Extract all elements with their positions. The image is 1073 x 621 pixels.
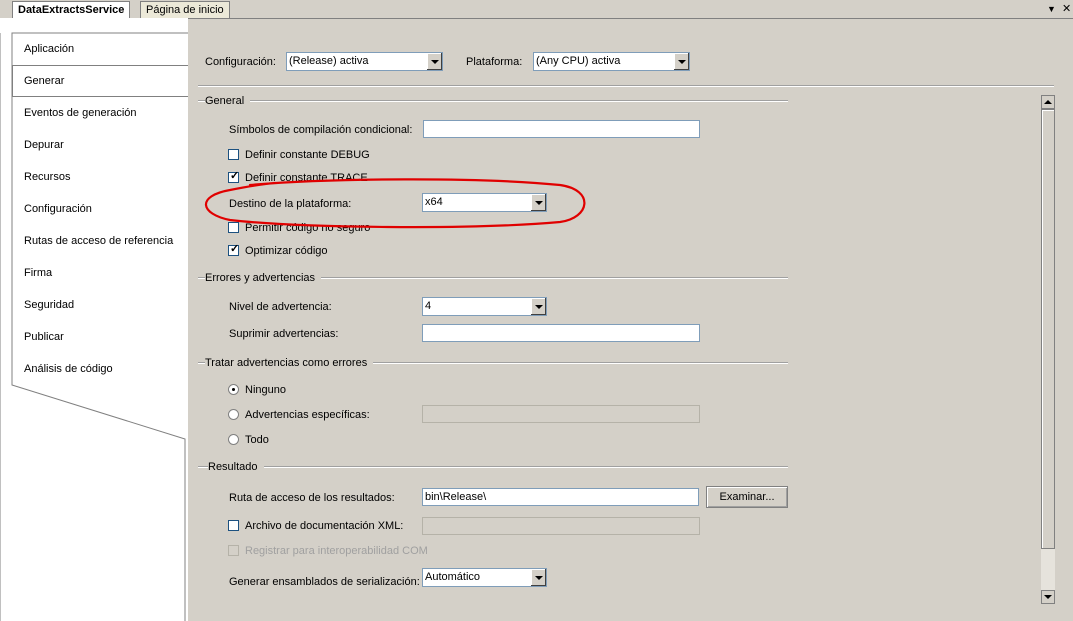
chevron-down-icon[interactable] — [426, 53, 442, 70]
configuration-value: (Release) activa — [289, 55, 369, 67]
radio-specific[interactable] — [228, 409, 239, 420]
radio-all[interactable] — [228, 434, 239, 445]
nav-tab-generar[interactable]: Generar — [24, 73, 64, 89]
platform-target-label: Destino de la plataforma: — [229, 198, 352, 210]
debug-label: Definir constante DEBUG — [245, 149, 370, 161]
build-settings-panel: Configuración: (Release) activa Platafor… — [188, 33, 1070, 621]
output-path-input[interactable]: bin\Release\ — [422, 488, 699, 506]
com-interop-label: Registrar para interoperabilidad COM — [245, 545, 428, 557]
tab-list-dropdown-icon[interactable]: ▼ — [1047, 2, 1056, 16]
divider — [198, 85, 1054, 87]
xml-doc-label: Archivo de documentación XML: — [245, 520, 404, 532]
configuration-dropdown[interactable]: (Release) activa — [286, 52, 443, 71]
xml-doc-input[interactable] — [422, 517, 700, 535]
doc-tab-start-page[interactable]: Página de inicio — [140, 1, 230, 18]
checkmark-icon: ✓ — [230, 170, 240, 182]
symbols-input[interactable] — [423, 120, 700, 138]
output-path-label: Ruta de acceso de los resultados: — [229, 492, 395, 504]
chevron-down-icon[interactable] — [530, 194, 546, 211]
platform-value: (Any CPU) activa — [536, 55, 621, 67]
radio-selected-dot-icon — [232, 388, 235, 391]
nav-tab-recursos[interactable]: Recursos — [24, 169, 70, 185]
section-divider-output — [198, 466, 788, 468]
nav-tab-firma[interactable]: Firma — [24, 265, 52, 281]
scroll-thumb[interactable] — [1041, 109, 1055, 549]
chevron-down-icon[interactable] — [673, 53, 689, 70]
arrow-down-icon — [1044, 595, 1052, 599]
scroll-up-button[interactable] — [1041, 95, 1055, 109]
nav-tab-aplicacion[interactable]: Aplicación — [24, 41, 74, 57]
warning-level-label: Nivel de advertencia: — [229, 301, 332, 313]
nav-tab-configuracion[interactable]: Configuración — [24, 201, 92, 217]
radio-all-label: Todo — [245, 434, 269, 446]
debug-checkbox[interactable] — [228, 149, 239, 160]
radio-specific-label: Advertencias específicas: — [245, 409, 370, 421]
serialization-label: Generar ensamblados de serialización: — [229, 576, 420, 588]
platform-label: Plataforma: — [466, 56, 523, 68]
optimize-checkbox[interactable]: ✓ — [228, 243, 240, 256]
chevron-down-icon[interactable] — [530, 298, 546, 315]
radio-none-label: Ninguno — [245, 384, 286, 396]
nav-tab-eventos-de-generacion[interactable]: Eventos de generación — [24, 105, 137, 121]
checkmark-icon: ✓ — [230, 243, 240, 255]
section-title-output: Resultado — [208, 460, 264, 474]
optimize-label: Optimizar código — [245, 245, 328, 257]
configuration-label: Configuración: — [205, 56, 276, 68]
section-title-general: General — [205, 94, 251, 108]
unsafe-code-label: Permitir código no seguro — [245, 222, 371, 234]
trace-label: Definir constante TRACE — [245, 172, 368, 184]
platform-target-value: x64 — [425, 196, 443, 208]
nav-tab-depurar[interactable]: Depurar — [24, 137, 64, 153]
nav-tab-publicar[interactable]: Publicar — [24, 329, 64, 345]
platform-dropdown[interactable]: (Any CPU) activa — [533, 52, 690, 71]
arrow-up-icon — [1044, 100, 1052, 104]
symbols-label: Símbolos de compilación condicional: — [229, 124, 413, 136]
xml-doc-checkbox[interactable] — [228, 520, 239, 531]
platform-target-dropdown[interactable]: x64 — [422, 193, 547, 212]
browse-button[interactable]: Examinar... — [706, 486, 788, 508]
suppress-warnings-label: Suprimir advertencias: — [229, 328, 339, 340]
doc-tab-dataextractsservice[interactable]: DataExtractsService — [12, 1, 131, 19]
com-interop-checkbox[interactable] — [228, 545, 239, 556]
nav-tab-rutas-de-acceso[interactable]: Rutas de acceso de referencia — [24, 233, 173, 249]
scroll-down-button[interactable] — [1041, 590, 1055, 604]
section-divider-general — [198, 100, 788, 102]
nav-tab-seguridad[interactable]: Seguridad — [24, 297, 74, 313]
close-icon[interactable]: ✕ — [1062, 2, 1071, 16]
nav-tab-analisis-de-codigo[interactable]: Análisis de código — [24, 361, 113, 377]
unsafe-code-checkbox[interactable] — [228, 222, 239, 233]
vertical-scrollbar[interactable] — [1041, 95, 1055, 604]
property-page-tabs: Aplicación Generar Eventos de generación… — [0, 18, 188, 621]
warning-level-value: 4 — [425, 300, 432, 312]
document-tab-strip: DataExtractsService Página de inicio ▼ ✕ — [0, 0, 1073, 19]
section-title-treat-warnings: Tratar advertencias como errores — [205, 356, 374, 370]
specific-warnings-input[interactable] — [422, 405, 700, 423]
warning-level-dropdown[interactable]: 4 — [422, 297, 547, 316]
chevron-down-icon[interactable] — [530, 569, 546, 586]
serialization-value: Automático — [425, 571, 481, 583]
radio-none[interactable] — [228, 384, 239, 395]
suppress-warnings-input[interactable] — [422, 324, 700, 342]
section-title-errors: Errores y advertencias — [205, 271, 322, 285]
trace-checkbox[interactable]: ✓ — [228, 170, 240, 183]
serialization-dropdown[interactable]: Automático — [422, 568, 547, 587]
